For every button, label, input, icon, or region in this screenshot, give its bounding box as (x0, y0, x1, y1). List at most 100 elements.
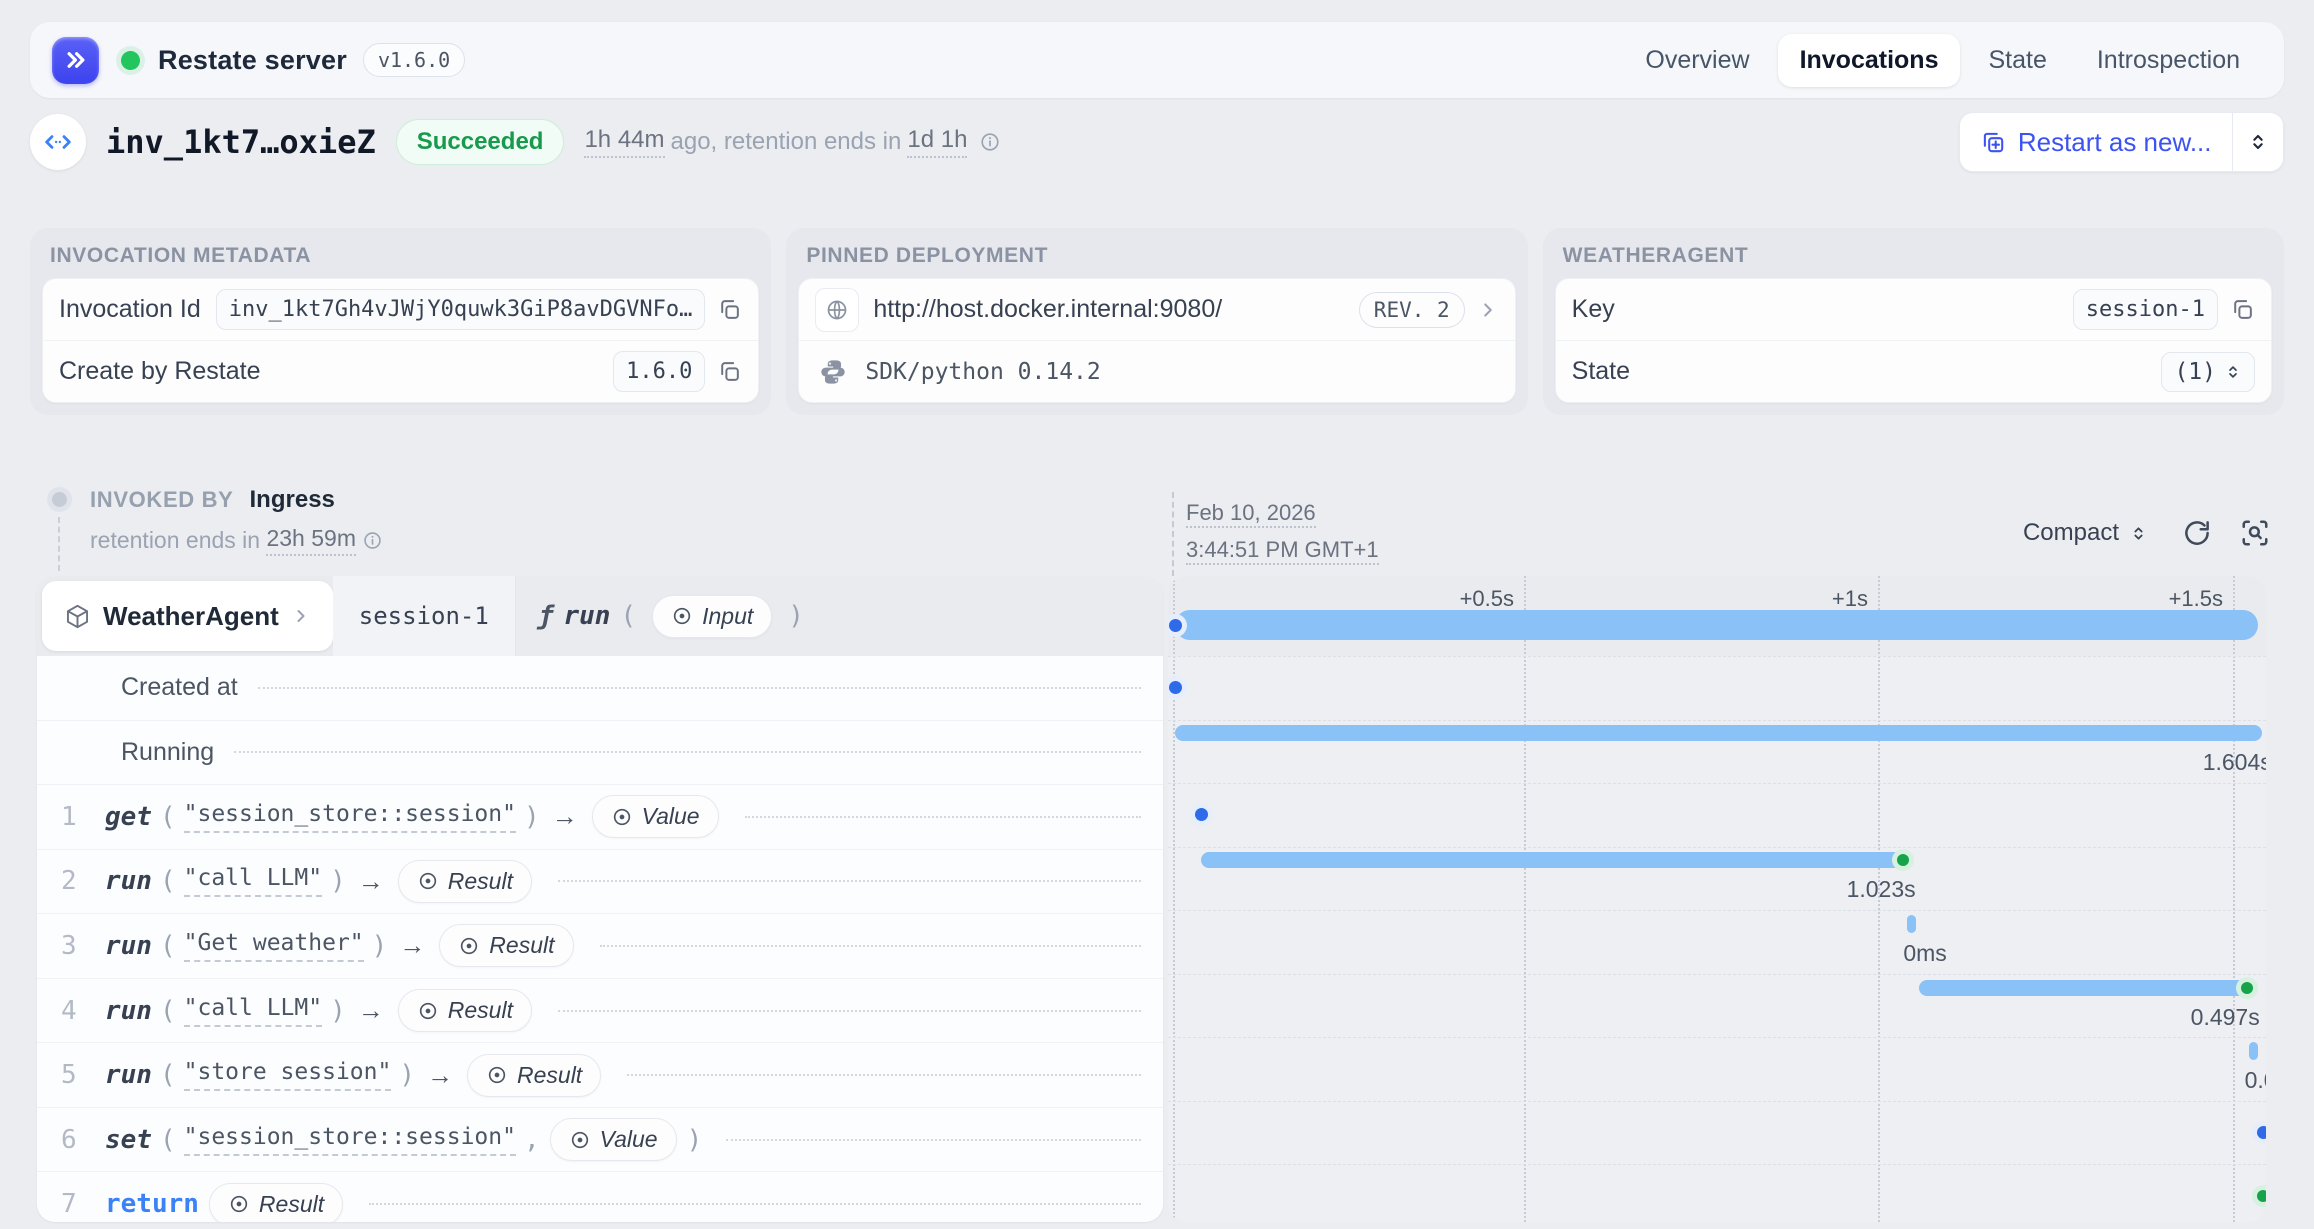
refresh-button[interactable] (2182, 518, 2212, 548)
comma: , (524, 1125, 540, 1155)
journal-value-badge[interactable]: Value (592, 795, 719, 838)
journal-row[interactable]: 6set("session_store::session",Value) (37, 1107, 1163, 1172)
journal-value-badge[interactable]: Value (550, 1118, 677, 1161)
journal-entries: Created atRunning1get("session_store::se… (37, 656, 1163, 1222)
badge-label: Value (642, 803, 700, 830)
journal-panel: WeatherAgent session-1 ƒ run ( Input ) C… (37, 576, 1163, 1222)
journal-row[interactable]: Running (37, 720, 1163, 785)
restate-logo-icon (52, 37, 99, 84)
badge-label: Result (259, 1191, 324, 1218)
restart-options-chevron[interactable] (2233, 113, 2283, 171)
copy-icon[interactable] (717, 297, 742, 322)
journal-header: WeatherAgent session-1 ƒ run ( Input ) (37, 576, 1163, 656)
copy-icon[interactable] (717, 359, 742, 384)
journal-row[interactable]: 1get("session_store::session")→Value (37, 784, 1163, 849)
entry-argument: "session_store::session" (184, 1124, 516, 1156)
timeline-bar[interactable] (1175, 725, 2262, 741)
badge-label: Result (489, 932, 554, 959)
arrow-icon: → (358, 995, 384, 1026)
eye-icon (228, 1193, 250, 1215)
invocation-header: inv_1kt7…oxieZ Succeeded 1h 44m ago, ret… (30, 110, 2284, 174)
tab-overview[interactable]: Overview (1623, 34, 1771, 87)
journal-value-badge[interactable]: Result (209, 1183, 343, 1222)
service-key-row: Key session-1 (1556, 279, 2271, 340)
badge-label: Result (448, 868, 513, 895)
close-paren: ) (687, 1125, 703, 1155)
restate-ui-page: Restate server v1.6.0 OverviewInvocation… (0, 0, 2314, 1229)
tab-introspection[interactable]: Introspection (2075, 34, 2262, 87)
timeline-controls: Compact (2017, 518, 2270, 548)
timeline-tick[interactable] (2249, 1042, 2258, 1060)
timeline-green-dot (2241, 982, 2253, 994)
input-badge[interactable]: Input (652, 595, 772, 638)
open-paren: ( (160, 931, 176, 961)
axis-tick-label: +0.5s (1414, 586, 1514, 612)
journal-row[interactable]: 2run("call LLM")→Result (37, 849, 1163, 914)
entry-keyword: run (105, 866, 152, 896)
journal-value-badge[interactable]: Result (467, 1054, 601, 1097)
retention-countdown: 23h 59m (266, 525, 356, 556)
entry-argument: "session_store::session" (184, 801, 516, 833)
info-icon[interactable] (979, 131, 1001, 153)
timeline-green-dot (2257, 1190, 2266, 1202)
service-key-segment[interactable]: session-1 (333, 576, 516, 656)
invoked-by-dot (52, 492, 67, 507)
entry-keyword: run (105, 996, 152, 1026)
invoked-by-connector (58, 517, 60, 571)
density-select[interactable]: Compact (2017, 518, 2154, 548)
duration-label: 0ms (1903, 940, 2023, 968)
journal-value-badge[interactable]: Result (439, 924, 573, 967)
version-badge: v1.6.0 (363, 43, 465, 77)
nav-tabs: OverviewInvocationsStateIntrospection (1623, 34, 2262, 87)
service-breadcrumb[interactable]: WeatherAgent (42, 581, 333, 651)
dotted-leader (258, 687, 1141, 689)
journal-row[interactable]: 3run("Get weather")→Result (37, 913, 1163, 978)
timeline-blue-dot (1169, 619, 1182, 632)
journal-row[interactable]: Created at (37, 656, 1163, 720)
close-paren: ) (330, 866, 346, 896)
arrow-icon: → (358, 866, 384, 897)
info-icon[interactable] (362, 530, 383, 551)
timeline-bar[interactable] (1919, 980, 2250, 996)
duration-label: 1.604s (2102, 749, 2266, 777)
timeline-row-separator (1168, 783, 2266, 784)
open-paren: ( (160, 866, 176, 896)
journal-row[interactable]: 4run("call LLM")→Result (37, 978, 1163, 1043)
deployment-endpoint-row[interactable]: http://host.docker.internal:9080/ REV. 2 (799, 279, 1514, 340)
row-label: State (1572, 357, 1630, 386)
journal-value-badge[interactable]: Result (398, 989, 532, 1032)
eye-icon (417, 870, 439, 892)
zoom-to-fit-button[interactable] (2240, 518, 2270, 548)
chevron-right-icon[interactable] (1477, 299, 1499, 321)
dotted-leader (369, 1203, 1141, 1205)
service-name: WeatherAgent (103, 601, 279, 632)
refresh-icon (2182, 518, 2212, 548)
entry-argument: "Get weather" (184, 930, 364, 962)
python-icon (819, 358, 847, 386)
app-title: Restate server (158, 45, 347, 76)
copy-icon[interactable] (2230, 297, 2255, 322)
deployment-sdk-row: SDK/python 0.14.2 (799, 340, 1514, 402)
invoked-by-line: INVOKED BY Ingress (90, 486, 335, 514)
timeline-bar[interactable] (1175, 610, 2258, 640)
tab-invocations[interactable]: Invocations (1778, 34, 1961, 87)
journal-row[interactable]: 7returnResult (37, 1171, 1163, 1222)
journal-row[interactable]: 5run("store session")→Result (37, 1042, 1163, 1107)
entry-number: 1 (61, 802, 95, 832)
timeline-blue-dot (2257, 1126, 2266, 1139)
invocation-id-title: inv_1kt7…oxieZ (106, 123, 376, 161)
eye-icon (671, 605, 693, 627)
status-badge: Succeeded (396, 119, 565, 165)
restart-as-new-button[interactable]: Restart as new... (1960, 113, 2232, 171)
journal-value-badge[interactable]: Result (398, 860, 532, 903)
state-expander[interactable]: (1) (2161, 352, 2255, 392)
dotted-leader (745, 816, 1141, 818)
timeline-start-datetime: Feb 10, 2026 3:44:51 PM GMT+1 (1186, 494, 1379, 568)
arrow-icon: → (399, 930, 425, 961)
timeline-gridline (1173, 576, 1175, 1222)
timeline-bar[interactable] (1201, 852, 1905, 868)
tab-state[interactable]: State (1966, 34, 2068, 87)
entry-keyword: get (105, 802, 152, 832)
timeline-tick[interactable] (1907, 915, 1916, 933)
panel-card: http://host.docker.internal:9080/ REV. 2… (798, 278, 1515, 403)
